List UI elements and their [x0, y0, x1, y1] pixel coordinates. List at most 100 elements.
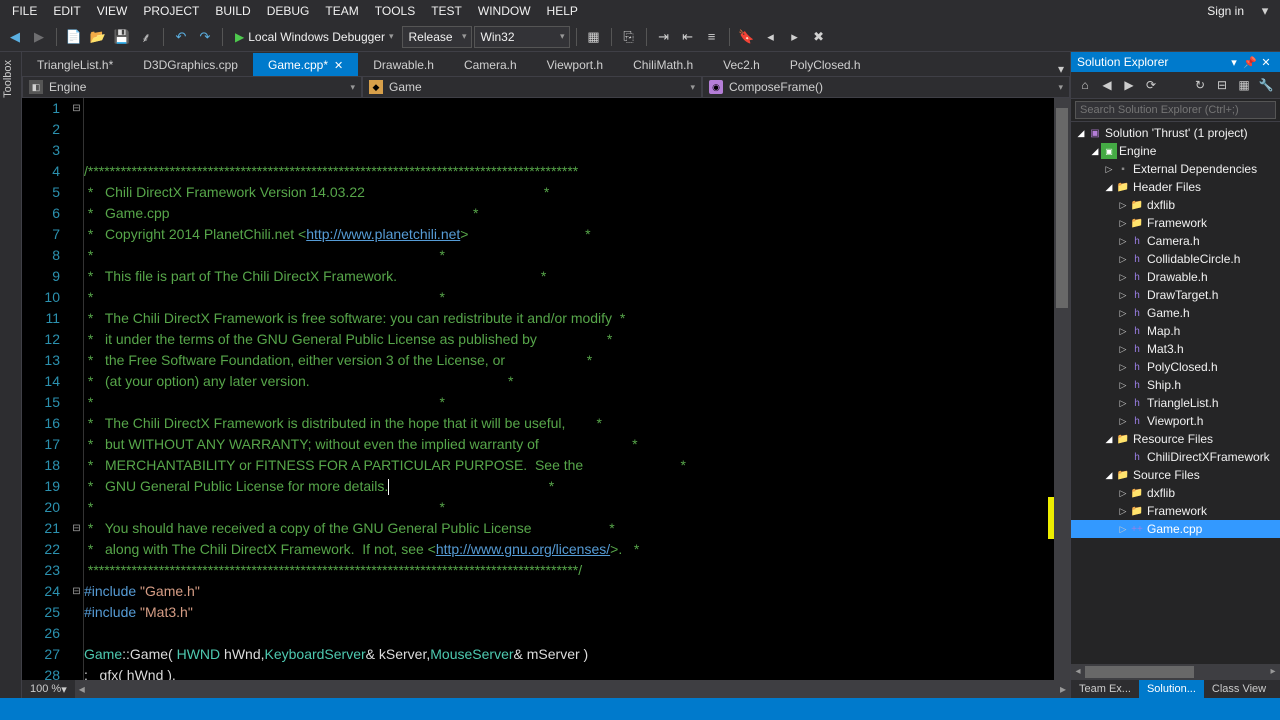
undo-icon[interactable]: ↶	[170, 26, 192, 48]
comment-icon[interactable]: ≡	[701, 26, 723, 48]
hfile-icon: h	[1129, 323, 1145, 339]
tab-trianglelisth[interactable]: TriangleList.h*	[22, 53, 128, 76]
tree-item-resourcefiles[interactable]: 📁Resource Files	[1071, 430, 1280, 448]
menu-tools[interactable]: TOOLS	[367, 2, 423, 20]
tree-item-headerfiles[interactable]: 📁Header Files	[1071, 178, 1280, 196]
tab-chilimathh[interactable]: ChiliMath.h	[618, 53, 708, 76]
code-editor[interactable]: 1234567891011121314151617181920212223242…	[22, 98, 1070, 680]
tree-item-drawtargeth[interactable]: hDrawTarget.h	[1071, 286, 1280, 304]
nav-back-icon[interactable]: ◀	[4, 26, 26, 48]
tab-viewporth[interactable]: Viewport.h	[532, 53, 618, 76]
tree-item-collidablecircleh[interactable]: hCollidableCircle.h	[1071, 250, 1280, 268]
zoom-level[interactable]: 100 % ▾	[22, 680, 75, 698]
horizontal-scrollbar[interactable]	[103, 682, 1042, 696]
tree-item-maph[interactable]: hMap.h	[1071, 322, 1280, 340]
menu-test[interactable]: TEST	[423, 2, 470, 20]
menu-project[interactable]: PROJECT	[135, 2, 207, 20]
tree-item-engine[interactable]: ▣Engine	[1071, 142, 1280, 160]
folder-icon: 📁	[1115, 179, 1131, 195]
solution-tree[interactable]: ▣Solution 'Thrust' (1 project)▣Engine▪Ex…	[1071, 122, 1280, 664]
indent-more-icon[interactable]: ⇤	[677, 26, 699, 48]
indent-less-icon[interactable]: ⇥	[653, 26, 675, 48]
hscroll-right-icon[interactable]: ▸	[1056, 682, 1070, 696]
menu-window[interactable]: WINDOW	[470, 2, 539, 20]
bookmark-next-icon[interactable]: ▸	[784, 26, 806, 48]
tree-item-chilidirectxframework[interactable]: hChiliDirectXFramework	[1071, 448, 1280, 466]
tab-gamecpp[interactable]: Game.cpp*✕	[253, 53, 358, 76]
home-icon[interactable]: ⌂	[1075, 75, 1095, 95]
menu-edit[interactable]: EDIT	[45, 2, 88, 20]
tree-item-dxflib[interactable]: 📁dxflib	[1071, 484, 1280, 502]
tree-item-viewporth[interactable]: hViewport.h	[1071, 412, 1280, 430]
close-icon[interactable]: ✕	[334, 60, 343, 72]
tab-camerah[interactable]: Camera.h	[449, 53, 532, 76]
menu-team[interactable]: TEAM	[317, 2, 366, 20]
new-project-icon[interactable]: 📄	[63, 26, 85, 48]
bookmark-prev-icon[interactable]: ◂	[760, 26, 782, 48]
tabs-overflow-icon[interactable]: ▾	[1052, 62, 1070, 76]
panel-pin-icon[interactable]: 📌	[1242, 56, 1258, 69]
menu-file[interactable]: FILE	[4, 2, 45, 20]
toolbar-btn-2[interactable]: ⎘	[618, 26, 640, 48]
tree-item-trianglelisth[interactable]: hTriangleList.h	[1071, 394, 1280, 412]
redo-icon[interactable]: ↷	[194, 26, 216, 48]
platform-select[interactable]: Win32	[474, 26, 570, 48]
menu-build[interactable]: BUILD	[207, 2, 258, 20]
vertical-scrollbar[interactable]	[1054, 98, 1070, 680]
menu-debug[interactable]: DEBUG	[259, 2, 318, 20]
folder-icon: 📁	[1129, 485, 1145, 501]
tree-item-mat3h[interactable]: hMat3.h	[1071, 340, 1280, 358]
search-input[interactable]	[1075, 101, 1276, 119]
refresh-icon[interactable]: ↻	[1190, 75, 1210, 95]
hscroll-left-icon[interactable]: ◂	[75, 682, 89, 696]
config-select[interactable]: Release	[402, 26, 472, 48]
panel-hscroll[interactable]: ◂▸	[1071, 664, 1280, 680]
panel-close-icon[interactable]: ✕	[1258, 56, 1274, 69]
back-icon[interactable]: ◀	[1097, 75, 1117, 95]
tree-item-shiph[interactable]: hShip.h	[1071, 376, 1280, 394]
menu-help[interactable]: HELP	[539, 2, 586, 20]
tree-item-polyclosedh[interactable]: hPolyClosed.h	[1071, 358, 1280, 376]
folder-icon: 📁	[1115, 431, 1131, 447]
properties-icon[interactable]: 🔧	[1256, 75, 1276, 95]
tree-item-gamecpp[interactable]: ++Game.cpp	[1071, 520, 1280, 538]
collapse-icon[interactable]: ⊟	[1212, 75, 1232, 95]
panel-tab-0[interactable]: Team Ex...	[1071, 680, 1139, 698]
tree-item-framework[interactable]: 📁Framework	[1071, 502, 1280, 520]
folder-icon: 📁	[1129, 503, 1145, 519]
save-all-icon[interactable]: ⸙	[135, 26, 157, 48]
panel-tab-2[interactable]: Class View	[1204, 680, 1274, 698]
save-icon[interactable]: 💾	[111, 26, 133, 48]
tab-vec2h[interactable]: Vec2.h	[708, 53, 775, 76]
tab-drawableh[interactable]: Drawable.h	[358, 53, 449, 76]
tree-item-dxflib[interactable]: 📁dxflib	[1071, 196, 1280, 214]
show-all-icon[interactable]: ▦	[1234, 75, 1254, 95]
tree-item-sourcefiles[interactable]: 📁Source Files	[1071, 466, 1280, 484]
signin-dropdown-icon[interactable]: ▾	[1254, 0, 1276, 22]
scope-dropdown[interactable]: ◧ Engine	[22, 77, 362, 98]
open-icon[interactable]: 📂	[87, 26, 109, 48]
fwd-icon[interactable]: ▶	[1119, 75, 1139, 95]
sync-icon[interactable]: ⟳	[1141, 75, 1161, 95]
navigation-bar: ◧ Engine ◆ Game ◉ ComposeFrame()	[22, 76, 1070, 98]
panel-tab-1[interactable]: Solution...	[1139, 680, 1204, 698]
bookmark-clear-icon[interactable]: ✖	[808, 26, 830, 48]
member-dropdown[interactable]: ◉ ComposeFrame()	[702, 77, 1070, 98]
class-dropdown[interactable]: ◆ Game	[362, 77, 702, 98]
start-debug-button[interactable]: ▶ Local Windows Debugger ▾	[229, 30, 400, 44]
tree-item-externaldependencies[interactable]: ▪External Dependencies	[1071, 160, 1280, 178]
sign-in-link[interactable]: Sign in	[1197, 2, 1254, 20]
scope-label: Engine	[49, 80, 86, 94]
bookmark-icon[interactable]: 🔖	[736, 26, 758, 48]
tree-item-gameh[interactable]: hGame.h	[1071, 304, 1280, 322]
tab-d3dgraphicscpp[interactable]: D3DGraphics.cpp	[128, 53, 253, 76]
toolbox-tab[interactable]: Toolbox	[0, 52, 16, 106]
tab-polyclosedh[interactable]: PolyClosed.h	[775, 53, 876, 76]
menu-view[interactable]: VIEW	[89, 2, 136, 20]
tree-item-camerah[interactable]: hCamera.h	[1071, 232, 1280, 250]
tree-item-drawableh[interactable]: hDrawable.h	[1071, 268, 1280, 286]
panel-dropdown-icon[interactable]: ▾	[1226, 56, 1242, 69]
toolbar-btn-1[interactable]: ▦	[583, 26, 605, 48]
tree-item-solutionthrust1project[interactable]: ▣Solution 'Thrust' (1 project)	[1071, 124, 1280, 142]
tree-item-framework[interactable]: 📁Framework	[1071, 214, 1280, 232]
